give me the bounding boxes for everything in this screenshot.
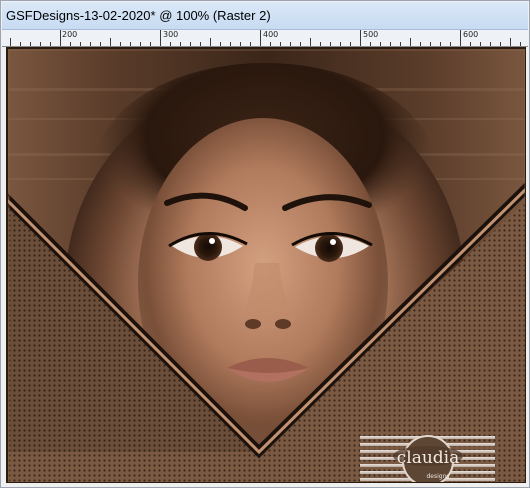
ruler-tick bbox=[270, 42, 271, 46]
ruler-tick bbox=[20, 42, 21, 46]
watermark-subtext: designs bbox=[426, 473, 449, 480]
ruler-tick bbox=[70, 42, 71, 46]
ruler-tick bbox=[440, 42, 441, 46]
ruler-tick bbox=[490, 42, 491, 46]
watermark-text: claudia bbox=[397, 448, 460, 468]
ruler-tick bbox=[200, 42, 201, 46]
ruler-tick bbox=[260, 30, 261, 46]
ruler-tick bbox=[430, 42, 431, 46]
ruler-tick bbox=[410, 38, 411, 46]
ruler-tick bbox=[460, 30, 461, 46]
ruler-tick bbox=[520, 42, 521, 46]
ruler-tick bbox=[180, 42, 181, 46]
ruler-tick bbox=[380, 42, 381, 46]
horizontal-ruler[interactable]: 200 300 400 500 600 bbox=[2, 30, 528, 47]
ruler-tick bbox=[220, 42, 221, 46]
ruler-tick bbox=[310, 38, 311, 46]
ruler-label-300: 300 bbox=[163, 30, 179, 39]
ruler-tick bbox=[340, 42, 341, 46]
ruler-label-400: 400 bbox=[263, 30, 279, 39]
ruler-tick bbox=[280, 42, 281, 46]
ruler-label-600: 600 bbox=[463, 30, 479, 39]
artwork bbox=[7, 48, 525, 482]
ruler-tick bbox=[170, 42, 171, 46]
ruler-tick bbox=[40, 42, 41, 46]
ruler-tick bbox=[420, 42, 421, 46]
ruler-tick bbox=[360, 30, 361, 46]
ruler-tick bbox=[240, 42, 241, 46]
ruler-tick bbox=[480, 42, 481, 46]
ruler-tick bbox=[50, 42, 51, 46]
ruler-tick bbox=[250, 42, 251, 46]
ruler-tick bbox=[190, 42, 191, 46]
ruler-tick bbox=[130, 42, 131, 46]
ruler-label-500: 500 bbox=[363, 30, 379, 39]
ruler-tick bbox=[320, 42, 321, 46]
ruler-tick bbox=[330, 42, 331, 46]
ruler-tick bbox=[300, 42, 301, 46]
ruler-tick bbox=[370, 42, 371, 46]
ruler-tick bbox=[140, 42, 141, 46]
ruler-tick bbox=[160, 30, 161, 46]
ruler-tick bbox=[400, 42, 401, 46]
ruler-tick bbox=[80, 42, 81, 46]
ruler-label-200: 200 bbox=[62, 30, 78, 39]
ruler-tick bbox=[450, 42, 451, 46]
image-canvas[interactable]: claudia designs bbox=[6, 47, 526, 483]
window-title: GSFDesigns-13-02-2020* @ 100% (Raster 2) bbox=[6, 8, 271, 23]
ruler-tick bbox=[110, 38, 111, 46]
window-titlebar[interactable]: GSFDesigns-13-02-2020* @ 100% (Raster 2) bbox=[2, 2, 528, 30]
ruler-tick bbox=[350, 42, 351, 46]
ruler-tick bbox=[10, 38, 11, 46]
ruler-tick bbox=[30, 42, 31, 46]
ruler-tick bbox=[290, 42, 291, 46]
image-window: GSFDesigns-13-02-2020* @ 100% (Raster 2)… bbox=[0, 0, 530, 488]
watermark-stamp: claudia designs bbox=[360, 432, 495, 482]
ruler-tick bbox=[230, 42, 231, 46]
ruler-tick bbox=[150, 42, 151, 46]
ruler-tick bbox=[120, 42, 121, 46]
ruler-tick bbox=[510, 38, 511, 46]
ruler-tick bbox=[500, 42, 501, 46]
ruler-tick bbox=[390, 42, 391, 46]
ruler-tick bbox=[60, 30, 61, 46]
ruler-tick bbox=[100, 42, 101, 46]
ruler-tick bbox=[470, 42, 471, 46]
ruler-tick bbox=[90, 42, 91, 46]
ruler-tick bbox=[210, 38, 211, 46]
